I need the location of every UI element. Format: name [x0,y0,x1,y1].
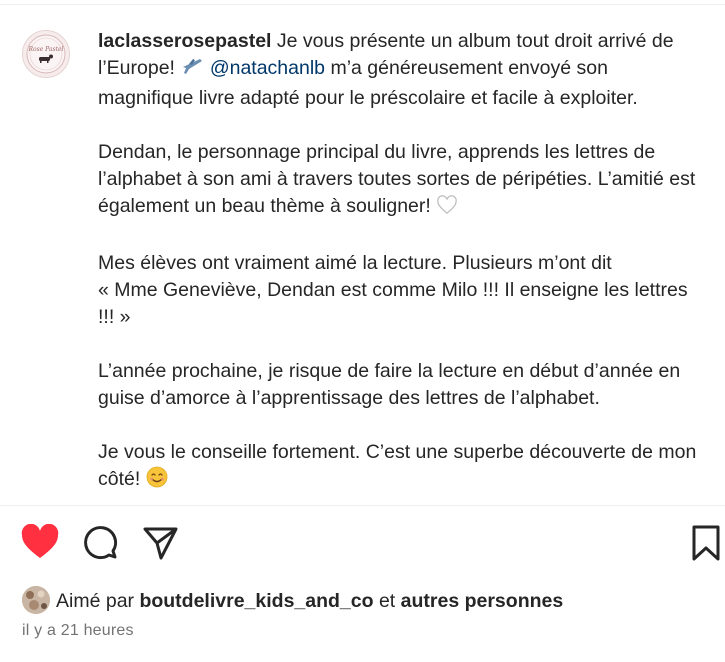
caption-p3-text-b: « Mme Geneviève, Dendan est comme Milo !… [98,279,688,328]
likes-prefix: Aimé par [56,590,140,612]
smiling-face-emoji-icon [146,466,168,496]
comment-icon [84,526,118,560]
post-timestamp[interactable]: il y a 21 heures [22,622,134,640]
caption-paragraph-4: L’année prochaine, je risque de faire la… [98,358,708,412]
heart-filled-icon [21,523,59,558]
caption-text: laclasserosepastel Je vous présente un a… [98,28,708,496]
rose-pastel-logo-icon: Rose Pastel [26,34,66,74]
caption-p5-text: Je vous le conseille fortement. C’est un… [98,441,697,490]
caption-paragraph-1: laclasserosepastel Je vous présente un a… [98,28,708,112]
liker-avatar[interactable] [22,585,50,614]
comment-button[interactable] [82,524,120,567]
caption-p2-text: Dendan, le personnage principal du livre… [98,141,696,217]
actions-divider [0,505,725,506]
bookmark-icon [692,525,720,561]
liker-username[interactable]: boutdelivre_kids_and_co [139,590,373,612]
airplane-emoji-icon [180,55,204,85]
avatar-logo-text: Rose Pastel [28,46,64,53]
post-actions-bar [0,520,725,566]
caption-paragraph-5: Je vous le conseille fortement. C’est un… [98,439,708,496]
like-button[interactable] [20,523,60,565]
paper-plane-icon [143,527,178,560]
caption-paragraph-3: Mes élèves ont vraiment aimé la lecture.… [98,250,708,331]
save-button[interactable] [690,524,722,567]
share-button[interactable] [142,524,180,567]
caption-paragraph-2: Dendan, le personnage principal du livre… [98,139,708,223]
mention-link[interactable]: @natachanlb [210,57,325,79]
top-divider [0,4,725,5]
user-avatar[interactable]: Rose Pastel [22,30,70,78]
caption-p4-text: L’année prochaine, je risque de faire la… [98,360,681,409]
likes-middle: et [373,590,401,612]
post-username[interactable]: laclasserosepastel [98,30,271,52]
others-link[interactable]: autres personnes [401,590,564,612]
liker-avatar-icon [22,585,50,614]
white-heart-emoji-icon [436,195,458,223]
likes-summary: Aimé par boutdelivre_kids_and_co et autr… [22,585,564,615]
caption-p3-text-a: Mes élèves ont vraiment aimé la lecture.… [98,252,612,274]
